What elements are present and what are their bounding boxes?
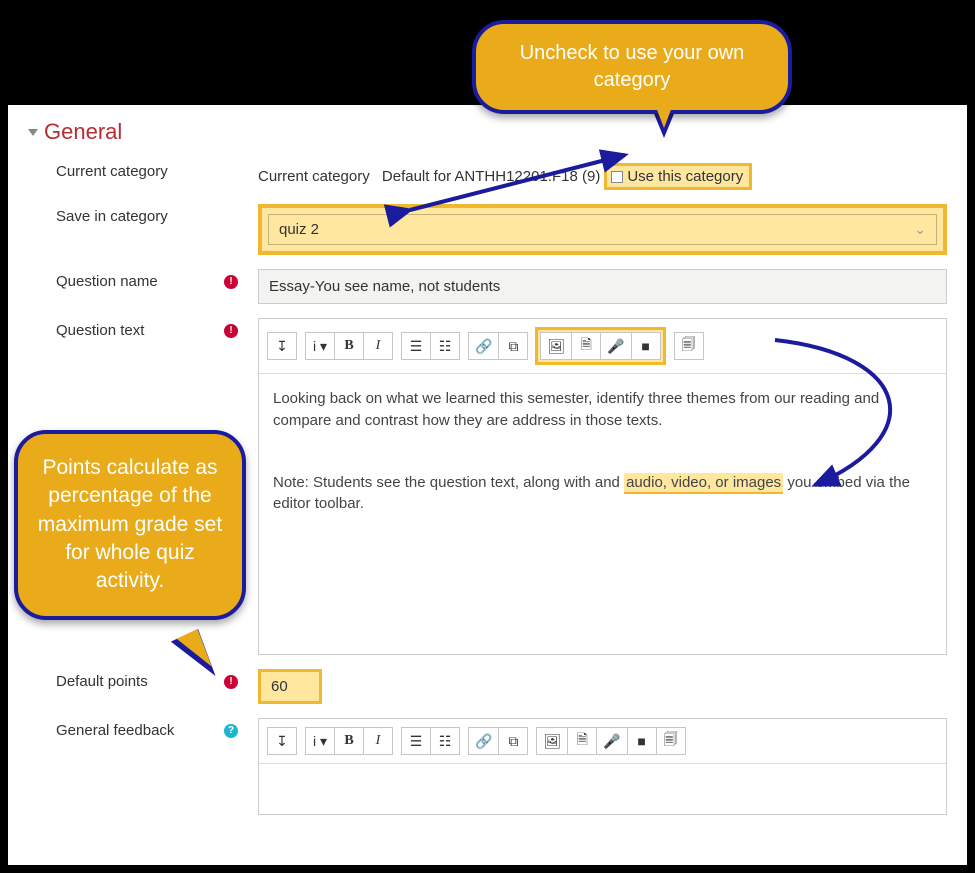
toolbar-ol-button[interactable]: ☷	[430, 727, 460, 755]
media-tools-highlight: 🖼 🗎 🎤 ■	[535, 327, 665, 365]
toolbar-ol-button[interactable]: ☷	[430, 332, 460, 360]
callout-tail	[654, 102, 674, 128]
callout-points: Points calculate as percentage of the ma…	[14, 430, 246, 620]
label-question-text: Question text !	[28, 318, 258, 339]
toolbar-embed-button[interactable]: 🗐	[656, 727, 686, 755]
highlighted-span: audio, video, or images	[624, 473, 783, 494]
toolbar-video-button[interactable]: ■	[631, 332, 661, 360]
toolbar-bold-button[interactable]: B	[334, 727, 364, 755]
label-general-feedback: General feedback ?	[28, 718, 258, 739]
toolbar-unlink-button[interactable]: ⧉	[498, 332, 528, 360]
toolbar-ul-button[interactable]: ☰	[401, 727, 431, 755]
callout-category: Uncheck to use your own category	[472, 20, 792, 114]
toolbar-unlink-button[interactable]: ⧉	[498, 727, 528, 755]
toolbar-image-button[interactable]: 🖼	[536, 727, 568, 755]
required-icon: !	[224, 324, 238, 338]
question-name-input[interactable]: Essay-You see name, not students	[258, 269, 947, 304]
label-question-name: Question name !	[28, 269, 258, 290]
row-question-name: Question name ! Essay-You see name, not …	[28, 269, 947, 304]
general-feedback-area[interactable]	[259, 764, 946, 814]
label-save-in-category: Save in category	[28, 204, 258, 225]
current-category-prefix: Current category	[258, 168, 370, 185]
select-value: quiz 2	[279, 221, 319, 238]
label-default-points: Default points !	[28, 669, 258, 690]
annotation-arrow	[770, 335, 950, 495]
required-icon: !	[224, 275, 238, 289]
toolbar-audio-button[interactable]: 🎤	[596, 727, 627, 755]
row-default-points: Default points ! 60	[28, 669, 947, 704]
toolbar-link-button[interactable]: 🔗	[468, 332, 499, 360]
toolbar-image-button[interactable]: 🖼	[540, 332, 572, 360]
toolbar-audio-button[interactable]: 🎤	[600, 332, 631, 360]
toolbar-expand-button[interactable]: ↧	[267, 332, 297, 360]
annotation-arrow	[400, 140, 650, 220]
toolbar-info-button[interactable]: i ▾	[305, 332, 335, 360]
toolbar-file-button[interactable]: 🗎	[567, 727, 597, 755]
toolbar-italic-button[interactable]: I	[363, 332, 393, 360]
toolbar-file-button[interactable]: 🗎	[571, 332, 601, 360]
toolbar-bold-button[interactable]: B	[334, 332, 364, 360]
toolbar-expand-button[interactable]: ↧	[267, 727, 297, 755]
toolbar-embed-button[interactable]: 🗐	[674, 332, 704, 360]
chevron-down-icon: ⌄	[914, 221, 926, 238]
collapse-caret-icon	[28, 129, 38, 136]
toolbar-ul-button[interactable]: ☰	[401, 332, 431, 360]
editor-toolbar: ↧ i ▾ B I ☰ ☷ 🔗 ⧉ 🖼	[259, 719, 946, 764]
required-icon: !	[224, 675, 238, 689]
help-icon[interactable]: ?	[224, 724, 238, 738]
section-title: General	[44, 119, 122, 145]
toolbar-italic-button[interactable]: I	[363, 727, 393, 755]
toolbar-info-button[interactable]: i ▾	[305, 727, 335, 755]
row-general-feedback: General feedback ? ↧ i ▾ B I ☰ ☷	[28, 718, 947, 815]
toolbar-link-button[interactable]: 🔗	[468, 727, 499, 755]
general-feedback-editor: ↧ i ▾ B I ☰ ☷ 🔗 ⧉ 🖼	[258, 718, 947, 815]
label-current-category: Current category	[28, 159, 258, 180]
default-points-input[interactable]: 60	[258, 669, 322, 704]
toolbar-video-button[interactable]: ■	[627, 727, 657, 755]
callout-text: Points calculate as percentage of the ma…	[38, 456, 222, 592]
callout-text: Uncheck to use your own category	[520, 42, 745, 91]
